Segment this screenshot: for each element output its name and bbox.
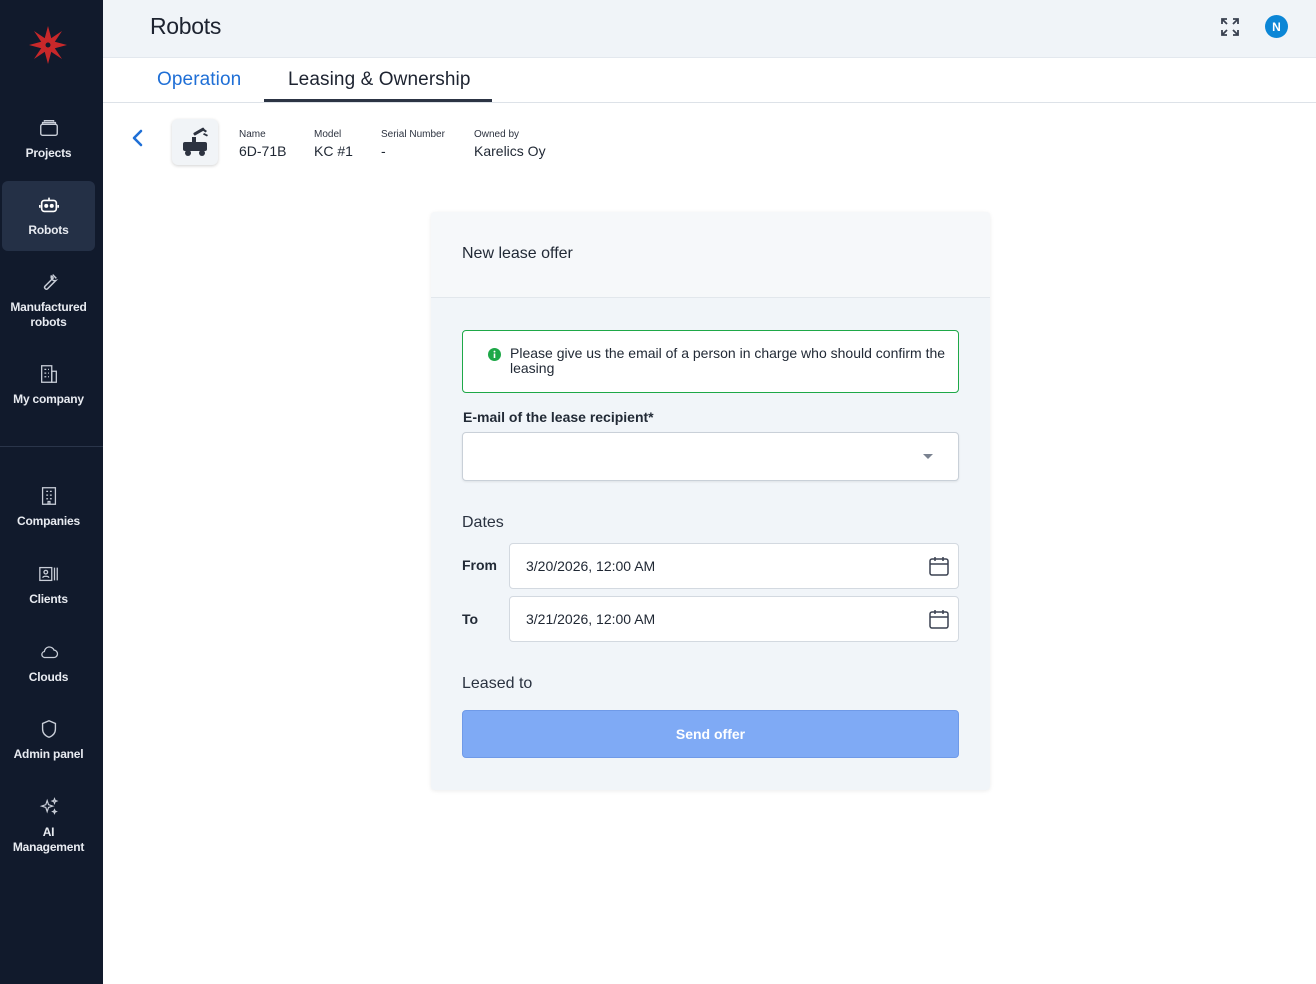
- robot-icon: [38, 197, 59, 213]
- to-date-input[interactable]: 3/21/2026, 12:00 AM: [509, 596, 959, 642]
- robot-serial-field: Serial Number -: [381, 129, 445, 159]
- from-label: From: [462, 557, 497, 573]
- sidebar: Projects Robots Manufactured robots My c…: [0, 0, 103, 984]
- shield-icon: [41, 720, 56, 738]
- leased-to-section-title: Leased to: [462, 675, 533, 692]
- calendar-icon[interactable]: [928, 608, 950, 630]
- robot-model-value: KC #1: [314, 143, 353, 159]
- email-combobox[interactable]: [462, 432, 959, 481]
- to-date-value: 3/21/2026, 12:00 AM: [526, 611, 656, 627]
- sidebar-item-label: AI Management: [12, 824, 85, 854]
- active-tab-indicator: [264, 99, 492, 102]
- robot-arm-icon: [183, 127, 208, 156]
- robot-name-field: Name 6D-71B: [239, 129, 286, 159]
- sidebar-item-label: Clients: [29, 592, 68, 606]
- robot-serial-value: -: [381, 143, 386, 159]
- sidebar-item-label: Projects: [25, 146, 72, 160]
- sidebar-item-manufactured-robots[interactable]: Manufactured robots: [2, 262, 95, 338]
- wrench-icon: [43, 273, 58, 290]
- building-icon: [40, 365, 57, 383]
- company-logo-icon[interactable]: [29, 26, 67, 64]
- email-field-label: E-mail of the lease recipient*: [463, 409, 654, 425]
- field-label: Owned by: [474, 129, 520, 140]
- info-alert: Please give us the email of a person in …: [462, 330, 959, 393]
- avatar[interactable]: N: [1265, 15, 1288, 38]
- sidebar-item-projects[interactable]: Projects: [2, 106, 95, 172]
- sidebar-item-clients[interactable]: Clients: [2, 552, 95, 618]
- field-label: Serial Number: [381, 129, 445, 140]
- contacts-icon: [38, 566, 58, 582]
- send-offer-button[interactable]: Send offer: [462, 710, 959, 758]
- sidebar-item-ai-management[interactable]: AI Management: [2, 785, 95, 865]
- lease-offer-card: New lease offer Please give us the email…: [431, 212, 990, 790]
- robot-thumbnail: [172, 119, 218, 165]
- robot-model-field: Model KC #1: [314, 129, 353, 159]
- sparkle-icon: [39, 796, 58, 815]
- to-label: To: [462, 611, 479, 627]
- sidebar-item-label: Robots: [28, 223, 69, 237]
- dates-section-title: Dates: [462, 514, 504, 531]
- from-date-value: 3/20/2026, 12:00 AM: [526, 558, 656, 574]
- page-title: Robots: [150, 13, 222, 39]
- robot-owner-value: Karelics Oy: [474, 143, 546, 159]
- field-label: Model: [314, 129, 342, 140]
- back-chevron-icon[interactable]: [127, 126, 149, 150]
- info-icon: [488, 348, 501, 361]
- tab-leasing-ownership[interactable]: Leasing & Ownership: [288, 69, 471, 102]
- info-alert-text: Please give us the email of a person in …: [510, 345, 946, 376]
- sidebar-item-companies[interactable]: Companies: [2, 474, 95, 540]
- sidebar-item-admin-panel[interactable]: Admin panel: [2, 707, 95, 773]
- sidebar-item-label: Manufactured robots: [10, 299, 87, 329]
- sidebar-item-robots[interactable]: Robots: [2, 181, 95, 251]
- field-label: Name: [239, 129, 266, 140]
- card-title: New lease offer: [462, 245, 573, 262]
- sidebar-item-clouds[interactable]: Clouds: [2, 630, 95, 696]
- from-date-input[interactable]: 3/20/2026, 12:00 AM: [509, 543, 959, 589]
- cloud-icon: [40, 646, 58, 659]
- email-field[interactable]: [463, 433, 913, 480]
- card-header: New lease offer: [431, 212, 990, 298]
- calendar-icon[interactable]: [928, 555, 950, 577]
- sidebar-item-label: Clouds: [28, 670, 69, 684]
- robot-name-value: 6D-71B: [239, 143, 287, 159]
- folder-icon: [39, 119, 58, 137]
- chevron-down-icon[interactable]: [923, 454, 933, 459]
- fullscreen-icon[interactable]: [1218, 15, 1242, 39]
- tab-operation[interactable]: Operation: [157, 69, 241, 102]
- sidebar-item-label: Companies: [17, 514, 80, 528]
- robot-owner-field: Owned by Karelics Oy: [474, 129, 546, 159]
- sidebar-item-label: My company: [13, 392, 84, 406]
- sidebar-item-label: Admin panel: [13, 747, 84, 761]
- sidebar-item-my-company[interactable]: My company: [2, 352, 95, 418]
- sidebar-divider: [0, 446, 103, 447]
- office-icon: [41, 487, 56, 505]
- top-bar: Robots N: [103, 0, 1316, 58]
- tab-bar: Operation Leasing & Ownership: [103, 58, 1316, 103]
